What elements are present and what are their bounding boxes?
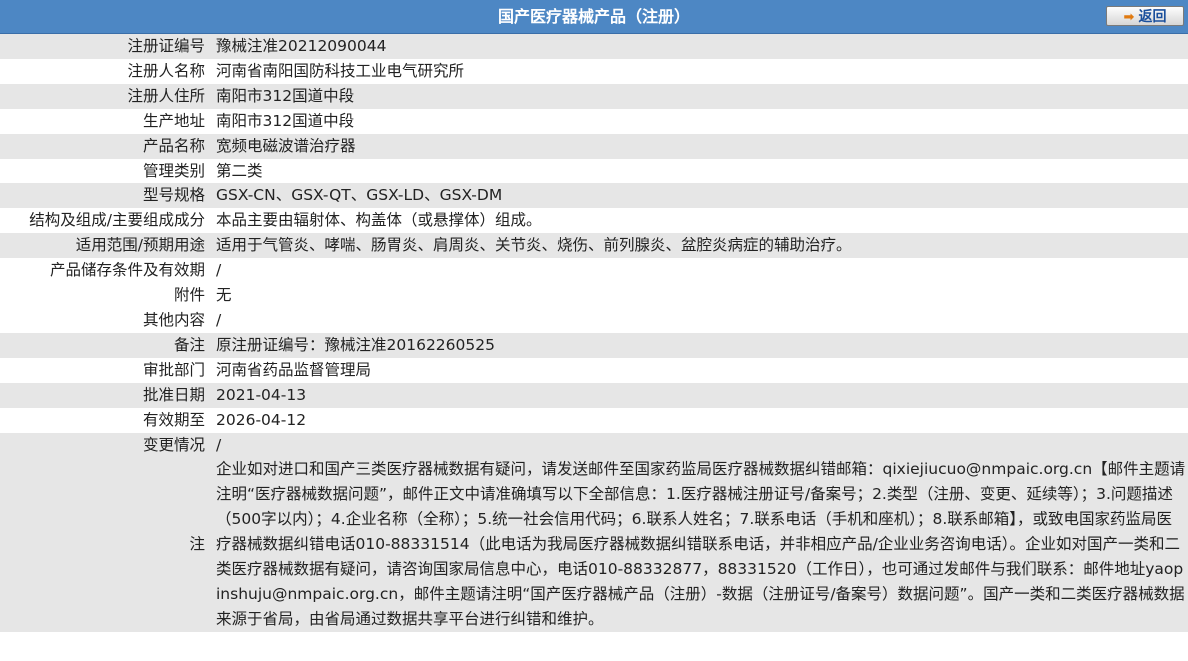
field-label: 注册证编号 [0, 34, 210, 59]
table-row: 注册证编号 豫械注准20212090044 [0, 34, 1188, 59]
table-row: 注册人名称 河南省南阳国防科技工业电气研究所 [0, 58, 1188, 84]
table-row: 生产地址 南阳市312国道中段 [0, 108, 1188, 134]
field-label: 结构及组成/主要组成成分 [0, 208, 210, 234]
field-value: 本品主要由辐射体、构盖体（或悬撑体）组成。 [210, 208, 1188, 234]
field-label: 管理类别 [0, 158, 210, 184]
table-row: 审批部门 河南省药品监督管理局 [0, 357, 1188, 383]
change-value: / [216, 435, 222, 454]
field-label: 其他内容 [0, 307, 210, 333]
field-value: 适用于气管炎、哮喘、肠胃炎、肩周炎、关节炎、烧伤、前列腺炎、盆腔炎病症的辅助治疗… [210, 233, 1188, 259]
detail-table: 注册证编号 豫械注准20212090044 注册人名称 河南省南阳国防科技工业电气研… [0, 34, 1188, 632]
field-label: 注册人名称 [0, 58, 210, 84]
table-row: 注册人住所 南阳市312国道中段 [0, 83, 1188, 109]
table-row: 批准日期 2021-04-13 [0, 382, 1188, 408]
field-label: 生产地址 [0, 108, 210, 134]
field-value: 宽频电磁波谱治疗器 [210, 133, 1188, 159]
field-value: 南阳市312国道中段 [210, 83, 1188, 109]
back-button[interactable]: ➡ 返回 [1106, 6, 1184, 26]
table-row: 产品储存条件及有效期 / [0, 258, 1188, 284]
field-value: 2026-04-12 [210, 407, 1188, 433]
table-row: 附件无 [0, 283, 1188, 308]
field-label: 附件 [0, 283, 210, 308]
table-row: 型号规格 GSX-CN、GSX-QT、GSX-LD、GSX-DM [0, 183, 1188, 209]
table-row: 管理类别 第二类 [0, 158, 1188, 184]
field-label: 适用范围/预期用途 [0, 233, 210, 259]
field-label: 审批部门 [0, 357, 210, 383]
field-label: 注册人住所 [0, 83, 210, 109]
field-value: 南阳市312国道中段 [210, 108, 1188, 134]
field-value: 无 [210, 283, 1188, 308]
field-value: 第二类 [210, 158, 1188, 184]
field-value: 原注册证编号：豫械注准20162260525 [210, 332, 1188, 358]
table-row: 其他内容 / [0, 307, 1188, 333]
field-label: 有效期至 [0, 407, 210, 433]
field-label: 产品储存条件及有效期 [0, 258, 210, 284]
page-title: 国产医疗器械产品（注册） [497, 7, 690, 26]
field-label: 备注 [0, 332, 210, 358]
arrow-right-icon: ➡ [1123, 10, 1135, 25]
note-row: 变更情况注 / 企业如对进口和国产三类医疗器械数据有疑问，请发送邮件至国家药监局… [0, 432, 1188, 632]
note-label: 变更情况注 [0, 432, 210, 632]
field-value: 河南省药品监督管理局 [210, 357, 1188, 383]
table-row: 产品名称 宽频电磁波谱治疗器 [0, 133, 1188, 159]
note-label-text: 注 [189, 535, 205, 554]
table-row: 备注 原注册证编号：豫械注准20162260525 [0, 332, 1188, 358]
field-value: 2021-04-13 [210, 382, 1188, 408]
field-value: 河南省南阳国防科技工业电气研究所 [210, 58, 1188, 84]
field-label: 型号规格 [0, 183, 210, 209]
table-row: 有效期至 2026-04-12 [0, 407, 1188, 433]
change-label: 变更情况 [142, 435, 205, 454]
field-value: / [210, 258, 1188, 284]
note-text: 企业如对进口和国产三类医疗器械数据有疑问，请发送邮件至国家药监局医疗器械数据纠错… [216, 460, 1186, 628]
page-header: 国产医疗器械产品（注册） ➡ 返回 [0, 0, 1188, 34]
field-value: / [210, 307, 1188, 333]
field-value: 豫械注准20212090044 [210, 34, 1188, 59]
note-cell: / 企业如对进口和国产三类医疗器械数据有疑问，请发送邮件至国家药监局医疗器械数据… [210, 432, 1188, 632]
field-label: 产品名称 [0, 133, 210, 159]
field-value: GSX-CN、GSX-QT、GSX-LD、GSX-DM [210, 183, 1188, 209]
table-row: 结构及组成/主要组成成分 本品主要由辐射体、构盖体（或悬撑体）组成。 [0, 208, 1188, 234]
field-label: 批准日期 [0, 382, 210, 408]
back-button-label: 返回 [1138, 9, 1167, 25]
table-row: 适用范围/预期用途 适用于气管炎、哮喘、肠胃炎、肩周炎、关节炎、烧伤、前列腺炎、盆… [0, 233, 1188, 259]
